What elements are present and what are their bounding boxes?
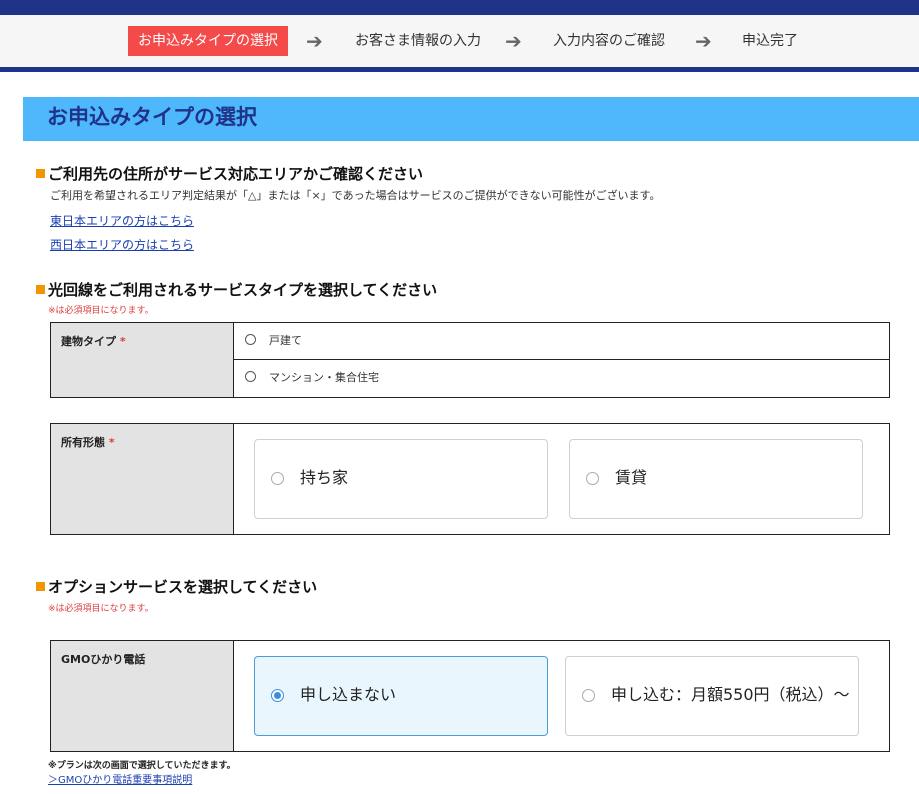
top-bar <box>0 0 919 15</box>
option-apartment[interactable]: マンション・集合住宅 <box>234 360 889 397</box>
gmo-phone-label: GMOひかり電話 <box>51 641 234 751</box>
ownership-label: 所有形態 * <box>51 424 234 534</box>
radio-icon[interactable] <box>586 472 599 485</box>
progress-steps: お申込みタイプの選択 ➔ お客さま情報の入力 ➔ 入力内容のご確認 ➔ 申込完了 <box>0 15 919 67</box>
option-label: マンション・集合住宅 <box>269 371 379 384</box>
plan-note: ※プランは次の画面で選択していただきます。 <box>48 761 236 771</box>
option-detached-house[interactable]: 戸建て <box>234 323 889 360</box>
service-section-title: 光回線をご利用されるサービスタイプを選択してください <box>36 279 437 300</box>
radio-icon[interactable] <box>245 371 256 382</box>
required-mark: * <box>108 436 115 449</box>
required-note: ※は必須項目になります。 <box>48 306 154 316</box>
radio-icon[interactable] <box>582 689 595 702</box>
bullet-square-icon <box>36 582 45 591</box>
area-section-title-text: ご利用先の住所がサービス対応エリアかご確認ください <box>48 165 424 183</box>
radio-selected-icon[interactable] <box>271 689 284 702</box>
option-label: 戸建て <box>269 334 302 347</box>
radio-icon[interactable] <box>245 334 256 345</box>
area-section-title: ご利用先の住所がサービス対応エリアかご確認ください <box>36 163 423 184</box>
progress-underline <box>0 67 919 72</box>
phone-option-apply[interactable]: 申し込む：月額550円（税込）～ <box>565 656 859 736</box>
building-type-label-text: 建物タイプ <box>61 335 116 348</box>
required-mark: * <box>119 335 126 348</box>
gmo-phone-details-link[interactable]: ＞GMOひかり電話重要事項説明 <box>48 771 192 786</box>
ownership-label-text: 所有形態 <box>61 436 105 449</box>
arrow-right-icon: ➔ <box>306 29 323 53</box>
step-confirm: 入力内容のご確認 <box>553 33 665 49</box>
required-note: ※は必須項目になります。 <box>48 604 154 614</box>
building-type-label: 建物タイプ * <box>51 323 234 397</box>
option-section-title: オプションサービスを選択してください <box>36 576 317 597</box>
radio-icon[interactable] <box>271 472 284 485</box>
arrow-right-icon: ➔ <box>695 29 712 53</box>
ownership-option-rental[interactable]: 賃貸 <box>569 439 863 519</box>
service-section-title-text: 光回線をご利用されるサービスタイプを選択してください <box>48 281 438 299</box>
option-label: 賃貸 <box>615 468 648 487</box>
ownership-option-owned[interactable]: 持ち家 <box>254 439 548 519</box>
option-label: 申し込まない <box>300 685 397 704</box>
bullet-square-icon <box>36 285 45 294</box>
east-area-link[interactable]: 東日本エリアの方はこちら <box>50 212 194 229</box>
bullet-square-icon <box>36 169 45 178</box>
option-label: 持ち家 <box>300 468 349 487</box>
building-type-row: 建物タイプ * 戸建て マンション・集合住宅 <box>50 322 890 398</box>
arrow-right-icon: ➔ <box>505 29 522 53</box>
step-customer-info: お客さま情報の入力 <box>355 33 481 49</box>
area-description: ご利用を希望されるエリア判定結果が「△」または「×」であった場合はサービスのご提… <box>50 189 661 202</box>
west-area-link[interactable]: 西日本エリアの方はこちら <box>50 236 194 253</box>
option-label: 申し込む：月額550円（税込）～ <box>611 685 850 704</box>
step-type-selection: お申込みタイプの選択 <box>128 26 288 56</box>
page-title: お申込みタイプの選択 <box>23 97 919 141</box>
phone-option-decline[interactable]: 申し込まない <box>254 656 548 736</box>
step-complete: 申込完了 <box>742 33 798 49</box>
option-section-title-text: オプションサービスを選択してください <box>48 578 318 596</box>
